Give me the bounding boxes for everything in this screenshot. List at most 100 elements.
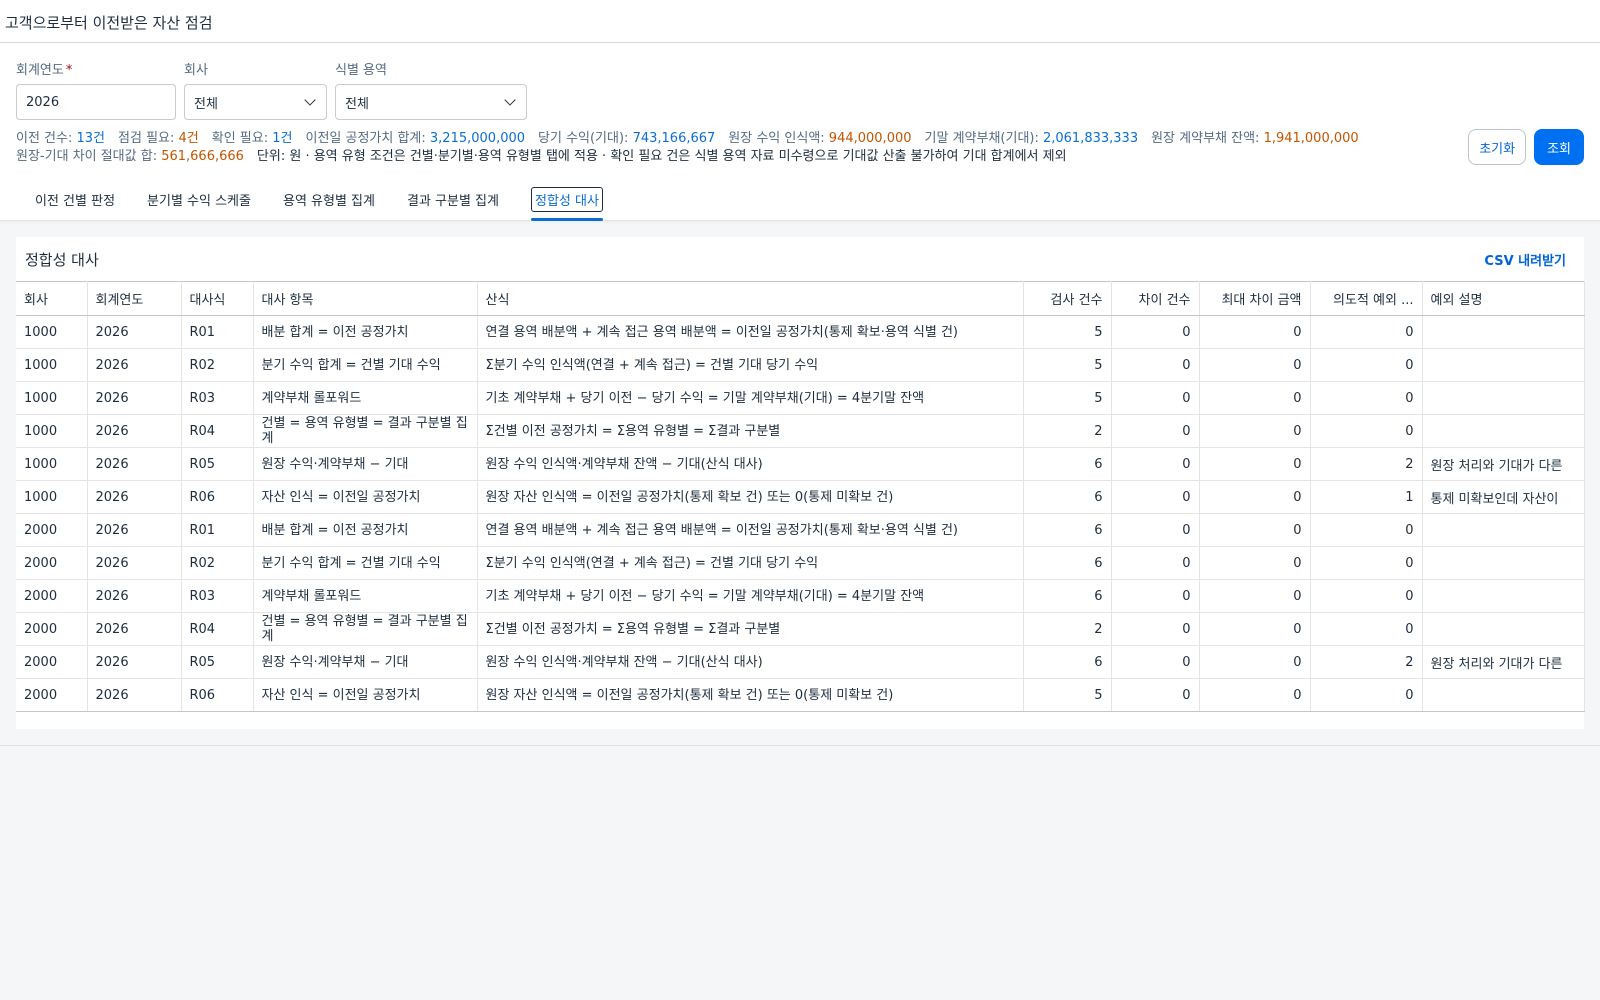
summary-label: 원장 수익 인식액: [728,131,829,146]
table-cell: 0 [1111,579,1200,613]
table-cell: 2000 [16,612,88,646]
summary-label: 이전일 공정가치 합계: [305,131,430,146]
column-header[interactable]: 예외 설명 [1422,281,1585,316]
table-cell: 원장 수익 인식액·계약부채 잔액 − 기대(산식 대사) [477,645,1024,679]
table-cell [1422,315,1585,349]
csv-download-button[interactable]: CSV 내려받기 [1484,250,1566,269]
summary-bar: 이전 건수: 13건 점검 필요: 4건 확인 필요: 1건 이전일 공정가치 합계:… [16,120,1584,166]
column-header[interactable]: 차이 건수 [1111,281,1200,316]
table-cell: 2026 [87,480,182,514]
summary-value: 1건 [272,131,293,146]
column-header[interactable]: 산식 [477,281,1024,316]
table-cell [1422,381,1585,415]
table-row[interactable]: 2000 2026 R03 계약부채 롤포워드 기초 계약부채 + 당기 이전 − 당기… [16,579,1585,613]
table-cell: 0 [1111,612,1200,646]
tab-3[interactable]: 용역 유형별 집계 [267,178,391,221]
table-row[interactable]: 1000 2026 R03 계약부채 롤포워드 기초 계약부채 + 당기 이전 − 당기… [16,381,1585,415]
chevron-down-icon [504,93,516,106]
table-cell: 2026 [87,546,182,580]
table-cell: 0 [1199,546,1311,580]
column-header[interactable]: 회사 [16,281,88,316]
table-cell: 5 [1023,348,1112,382]
summary-item: 당기 수익(기대): 743,166,667 [538,131,715,146]
table-row[interactable]: 1000 2026 R01 배분 합계 = 이전 공정가치 연결 용역 배분액 + 계속… [16,315,1585,349]
column-header[interactable]: 검사 건수 [1023,281,1112,316]
reset-button[interactable]: 초기화 [1468,129,1527,165]
table-cell: 2000 [16,546,88,580]
table-cell: 2026 [87,678,182,712]
table-cell: 6 [1023,645,1112,679]
table-row[interactable]: 2000 2026 R05 원장 수익·계약부채 − 기대 원장 수익 인식액·계약부채… [16,645,1585,679]
table-cell: 계약부채 롤포워드 [253,381,478,415]
column-header[interactable]: 의도적 예외 ... [1310,281,1423,316]
table-cell: 1000 [16,414,88,448]
table-cell: 2026 [87,645,182,679]
table-cell: 6 [1023,579,1112,613]
table-cell: R04 [181,414,254,448]
cell-text: Σ분기 수익 인식액(연결 + 계속 접근) = 건별 기대 당기 수익 [485,357,819,373]
cell-text: 원장 수익 인식액·계약부채 잔액 − 기대(산식 대사) [485,654,763,670]
table-cell: 0 [1310,612,1423,646]
cell-text: 기초 계약부채 + 당기 이전 − 당기 수익 = 기말 계약부채(기대) = … [485,390,925,406]
search-button[interactable]: 조회 [1534,129,1584,165]
table-cell: 2026 [87,513,182,547]
table-cell: Σ건별 이전 공정가치 = Σ용역 유형별 = Σ결과 구분별 [477,414,1024,448]
table-row[interactable]: 1000 2026 R06 자산 인식 = 이전일 공정가치 원장 자산 인식액 = 이… [16,480,1585,514]
table-cell: R03 [181,381,254,415]
column-header[interactable]: 대사 항목 [253,281,478,316]
table-row[interactable]: 2000 2026 R06 자산 인식 = 이전일 공정가치 원장 자산 인식액 = 이… [16,678,1585,712]
table-cell: 0 [1310,414,1423,448]
table-cell: 1000 [16,348,88,382]
summary-item: 원장 수익 인식액: 944,000,000 [728,131,911,146]
table-cell: 배분 합계 = 이전 공정가치 [253,315,478,349]
table-cell: 건별 = 용역 유형별 = 결과 구분별 집계 [253,612,478,646]
service-select[interactable]: 전체 [335,84,527,120]
summary-value: 743,166,667 [632,131,716,146]
column-header[interactable]: 최대 차이 금액 [1199,281,1311,316]
table-cell: 2 [1310,645,1423,679]
tab-label: 결과 구분별 집계 [406,194,499,209]
cell-text: 원장 수익·계약부채 − 기대 [261,654,409,670]
table-cell: 0 [1199,447,1311,481]
table-cell: 1000 [16,480,88,514]
table-cell: 0 [1111,645,1200,679]
table-cell: 2026 [87,579,182,613]
table-cell [1422,414,1585,448]
table-row[interactable]: 2000 2026 R02 분기 수익 합계 = 건별 기대 수익 Σ분기 수익 인식액… [16,546,1585,580]
column-header[interactable]: 대사식 [181,281,254,316]
tab-label: 분기별 수익 스케줄 [147,194,251,209]
summary-label: 기말 계약부채(기대): [924,131,1043,146]
table-row[interactable]: 2000 2026 R01 배분 합계 = 이전 공정가치 연결 용역 배분액 + 계속… [16,513,1585,547]
table-row[interactable]: 1000 2026 R05 원장 수익·계약부채 − 기대 원장 수익 인식액·계약부채… [16,447,1585,481]
table-row[interactable]: 1000 2026 R02 분기 수익 합계 = 건별 기대 수익 Σ분기 수익 인식액… [16,348,1585,382]
year-input[interactable]: 2026 [16,84,176,120]
table-cell: 0 [1111,513,1200,547]
cell-text: 연결 용역 배분액 + 계속 접근 용역 배분액 = 이전일 공정가치(통제 확… [485,324,959,340]
table-cell: 0 [1310,513,1423,547]
tab-5[interactable]: 정합성 대사 [515,178,619,221]
service-value: 전체 [345,96,369,112]
table-row[interactable]: 2000 2026 R04 건별 = 용역 유형별 = 결과 구분별 집계 Σ건별 이전… [16,612,1585,646]
table-cell: 원장 자산 인식액 = 이전일 공정가치(통제 확보 건) 또는 0(통제 미확… [477,480,1024,514]
table-cell: R05 [181,447,254,481]
table-row[interactable]: 1000 2026 R04 건별 = 용역 유형별 = 결과 구분별 집계 Σ건별 이전… [16,414,1585,448]
tab-1[interactable]: 이전 건별 판정 [19,178,131,221]
company-select[interactable]: 전체 [184,84,327,120]
table-cell: 2026 [87,381,182,415]
summary-item: 확인 필요: 1건 [212,131,293,146]
table-cell: 0 [1111,546,1200,580]
table-cell: R01 [181,513,254,547]
table-cell [1422,546,1585,580]
required-mark: * [65,63,73,78]
summary-value: 13건 [76,131,106,146]
tab-label: 용역 유형별 집계 [282,194,375,209]
service-label: 식별 용역 [335,63,387,78]
summary-value: 3,215,000,000 [429,131,526,146]
tab-4[interactable]: 결과 구분별 집계 [391,178,515,221]
summary-label: 원장-기대 차이 절대값 합: [16,149,162,164]
table-cell: Σ분기 수익 인식액(연결 + 계속 접근) = 건별 기대 당기 수익 [477,348,1024,382]
reconciliation-panel: 정합성 대사 CSV 내려받기 회사 회계연도 대사식 대사 항목 산식 검사 건수 차이 … [16,237,1585,729]
column-header[interactable]: 회계연도 [87,281,182,316]
table-cell: 0 [1310,579,1423,613]
tab-2[interactable]: 분기별 수익 스케줄 [131,178,267,221]
